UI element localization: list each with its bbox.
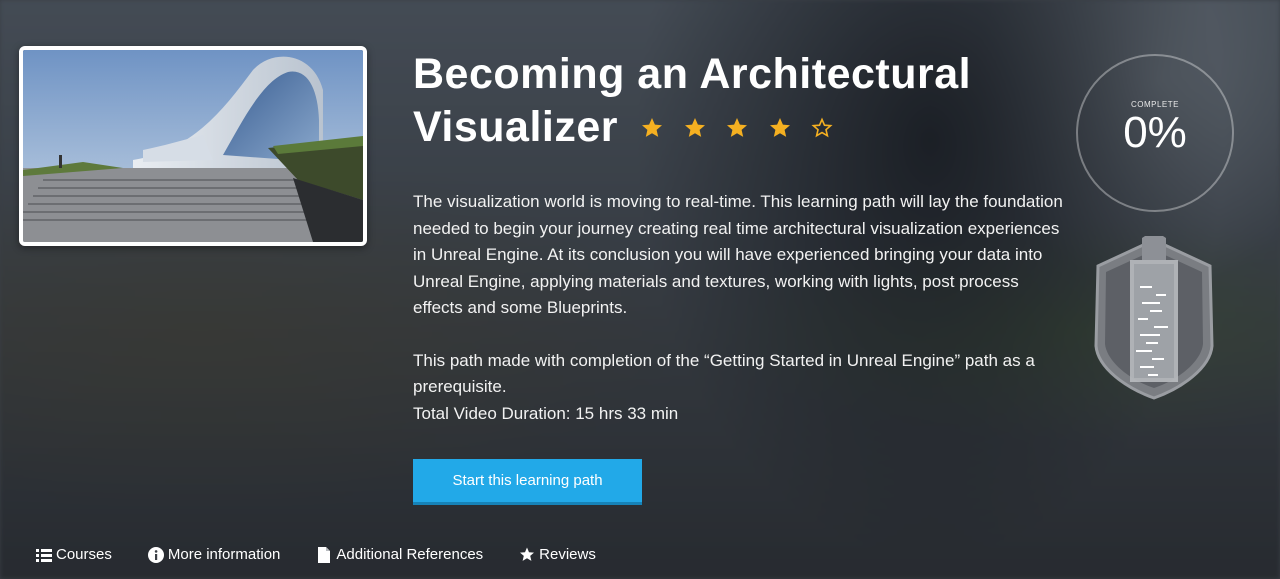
star-icon — [519, 547, 535, 563]
course-title: Becoming an Architectural Visualizer — [413, 48, 1053, 156]
completion-progress: COMPLETE 0% — [1076, 54, 1234, 212]
architecture-image — [23, 50, 363, 242]
tab-additional-references[interactable]: Additional References — [316, 546, 483, 563]
tab-reviews[interactable]: Reviews — [519, 546, 596, 563]
star-icon-filled — [640, 116, 664, 140]
description-paragraph: The visualization world is moving to rea… — [413, 192, 1063, 317]
star-icon-filled — [683, 116, 707, 140]
star-icon-empty — [810, 116, 834, 140]
tab-courses[interactable]: Courses — [36, 546, 112, 563]
start-learning-path-button[interactable]: Start this learning path — [413, 459, 642, 505]
course-thumbnail — [19, 46, 367, 246]
course-tabs: Courses More information Additional Refe… — [36, 546, 632, 563]
rating-stars — [640, 99, 840, 152]
learning-path-badge-icon — [1090, 236, 1218, 402]
file-icon — [316, 546, 332, 563]
course-description: The visualization world is moving to rea… — [413, 189, 1063, 427]
total-duration: Total Video Duration: 15 hrs 33 min — [413, 403, 679, 423]
info-icon — [147, 546, 164, 563]
tab-label: Courses — [56, 546, 112, 563]
tab-label: More information — [167, 546, 281, 563]
tab-label: Additional References — [336, 546, 484, 563]
course-title-line1: Becoming an Architectural — [413, 50, 972, 98]
star-icon-filled — [768, 116, 792, 140]
list-icon — [36, 547, 52, 563]
tab-label: Reviews — [539, 546, 596, 563]
star-icon-filled — [725, 116, 749, 140]
progress-value: 0% — [1123, 107, 1187, 157]
prerequisite-text: This path made with completion of the “G… — [413, 350, 1035, 397]
tab-more-information[interactable]: More information — [147, 546, 281, 563]
course-title-line2: Visualizer — [413, 103, 618, 151]
